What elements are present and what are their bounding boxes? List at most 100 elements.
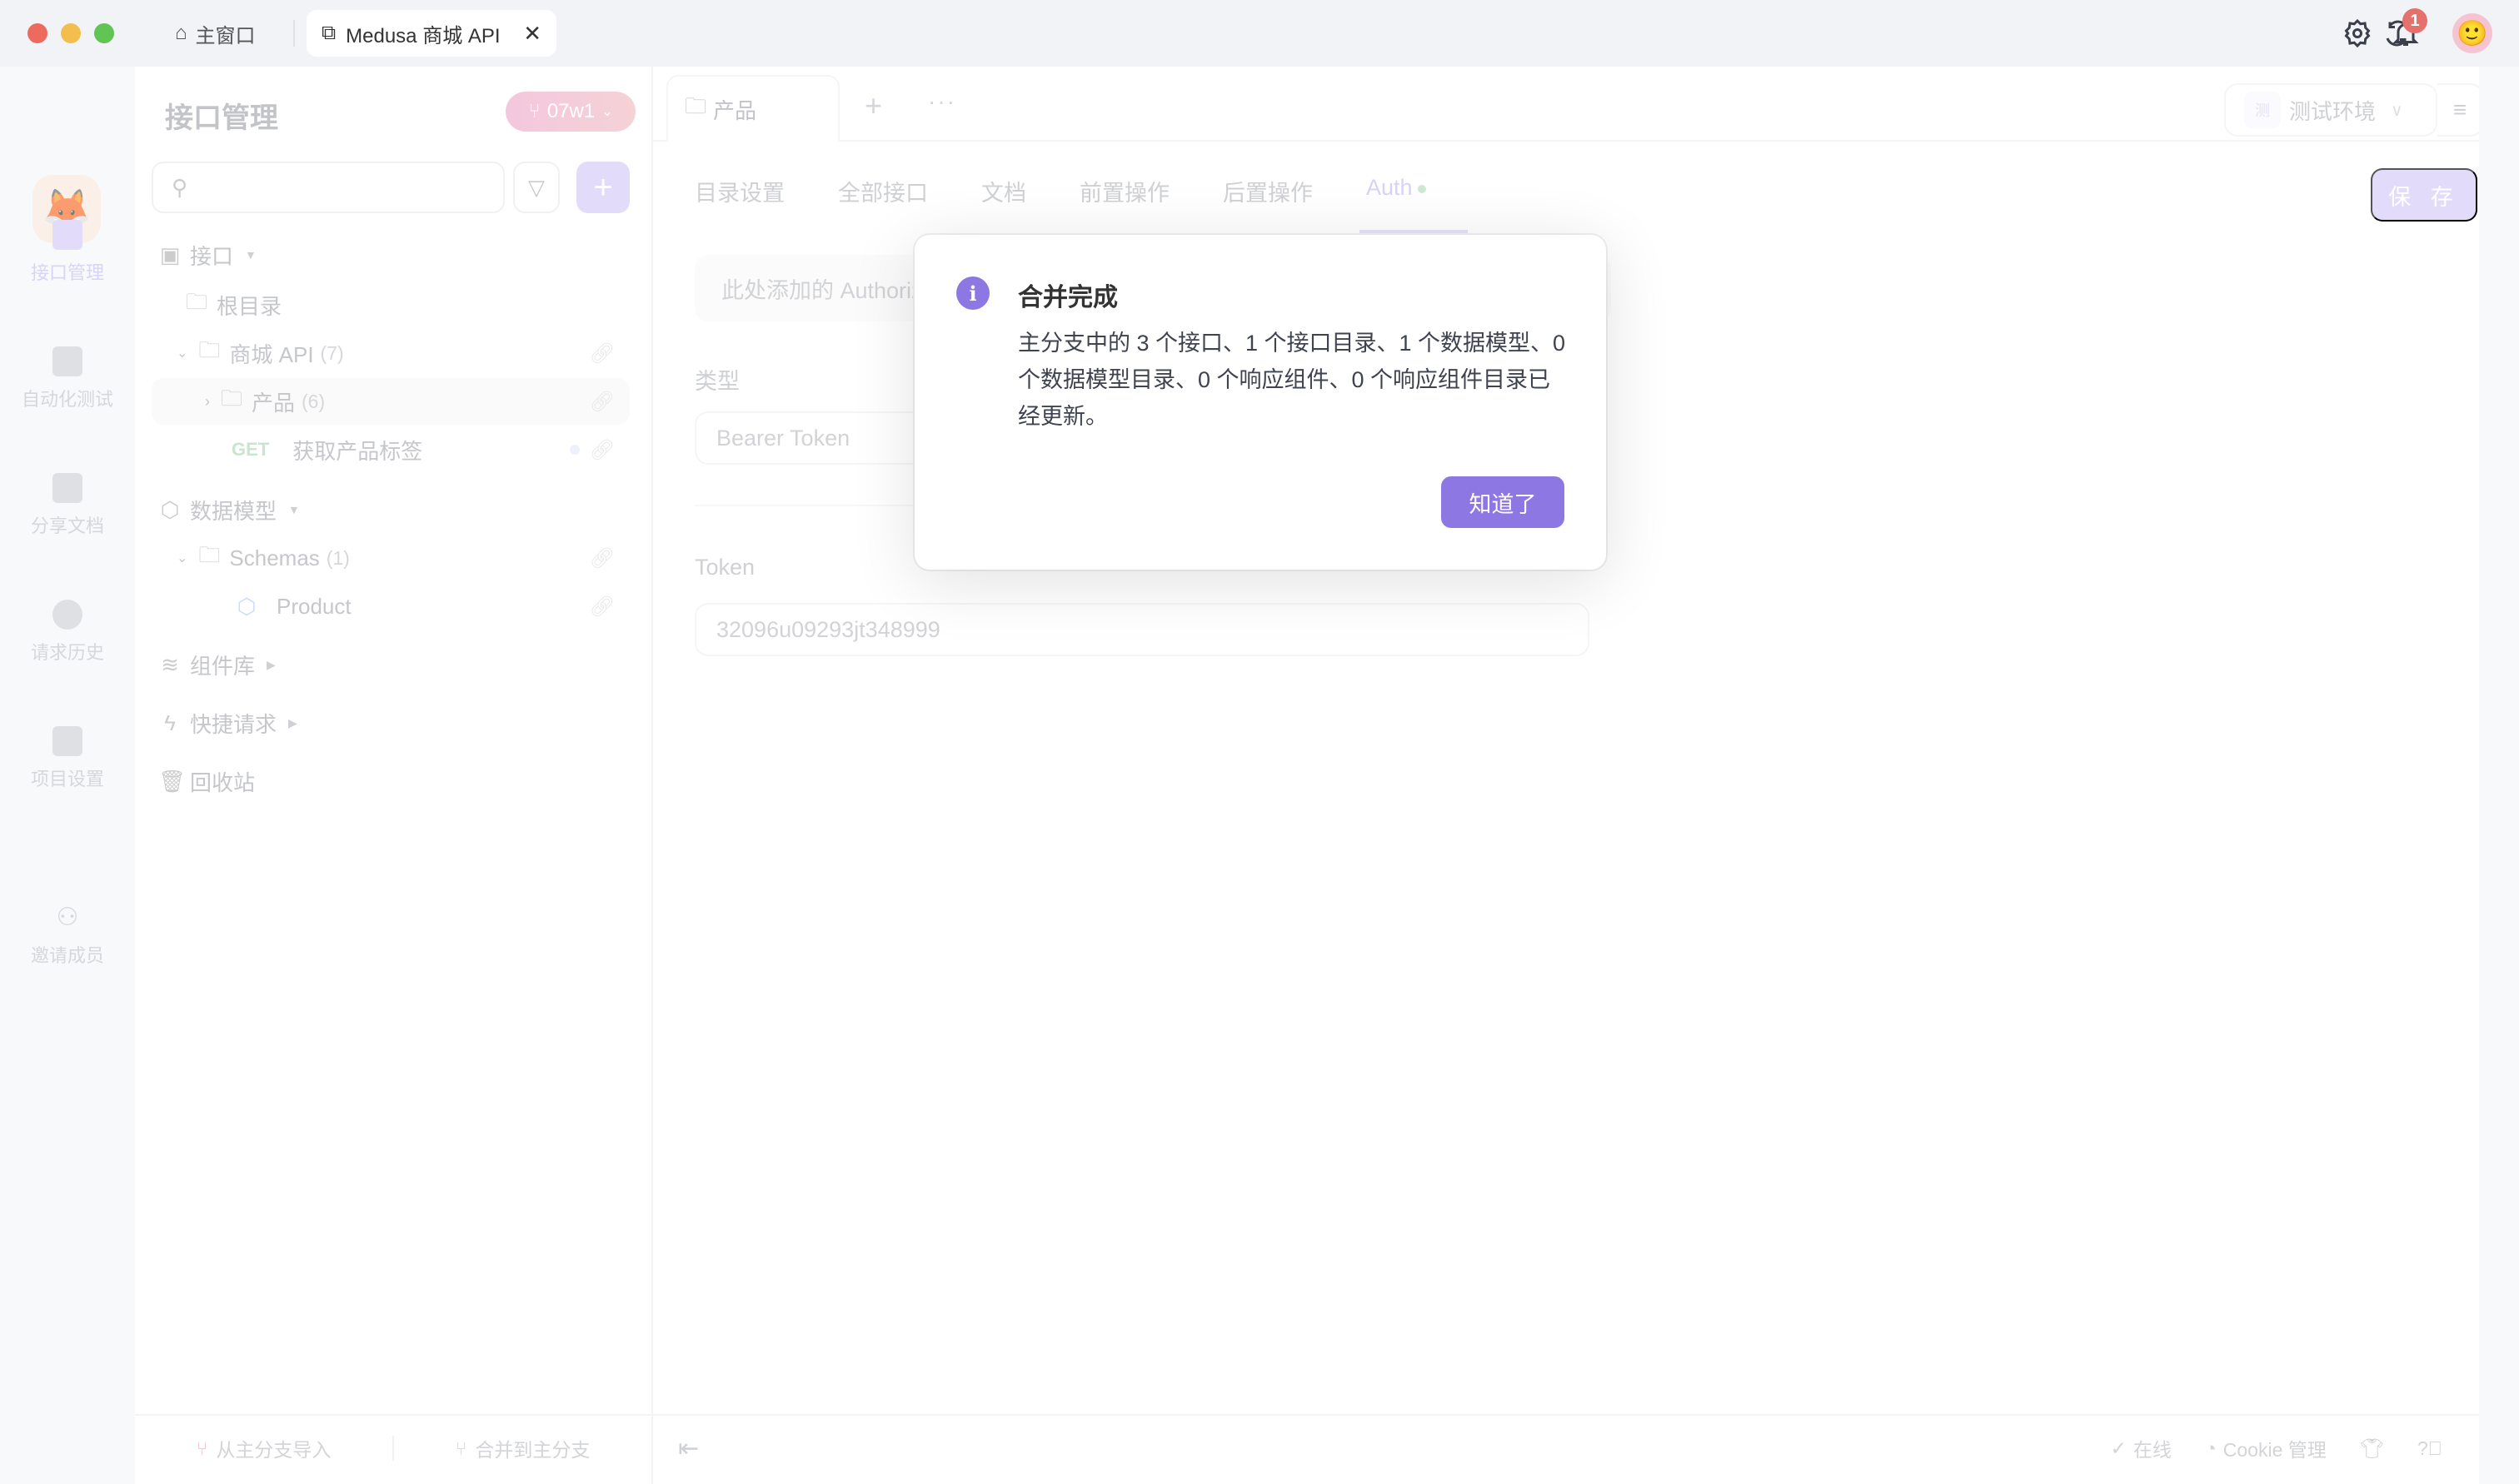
section-label: 数据模型	[190, 498, 277, 524]
api-icon	[52, 220, 82, 250]
caret-right-icon[interactable]: ▶	[267, 658, 276, 672]
environment-selector[interactable]: 测 测试环境 ∨	[2224, 83, 2437, 137]
caret-down-icon[interactable]: ▼	[288, 503, 300, 516]
tree-section-api[interactable]: ▣ 接口 ▼	[152, 232, 630, 278]
merge-to-main-button[interactable]: ⑂ 合并到主分支	[394, 1434, 651, 1462]
online-label: 在线	[2132, 1439, 2172, 1461]
subtab-folder-settings[interactable]: 目录设置	[695, 175, 785, 207]
tree-section-trash[interactable]: 🗑︎ 回收站	[152, 758, 630, 804]
subtab-pre-actions[interactable]: 前置操作	[1080, 175, 1170, 207]
chevron-right-icon[interactable]: ›	[205, 393, 210, 411]
add-button[interactable]: +	[576, 162, 630, 213]
rail-label: 请求历史	[30, 642, 104, 663]
rail-item-automation[interactable]: 自动化测试	[0, 346, 135, 411]
rail-item-project-settings[interactable]: 项目设置	[0, 726, 135, 791]
avatar[interactable]: 🙂	[2452, 13, 2492, 53]
subtab-post-actions[interactable]: 后置操作	[1223, 175, 1313, 207]
rail-item-history[interactable]: 请求历史	[0, 600, 135, 665]
external-link-icon: ⧉	[322, 22, 337, 44]
title-bar: ⌂ 主窗口 ⧉ Medusa 商城 API ✕ 1 🙂	[0, 0, 2519, 67]
close-window-button[interactable]	[27, 23, 47, 43]
rail-item-api[interactable]: 接口管理	[0, 220, 135, 285]
status-bar: ⇤ ✓ 在线 ◔ Cookie 管理 👕︎ ?⃝	[653, 1414, 2479, 1481]
rail-item-invite[interactable]: ⚇ 邀请成员	[0, 903, 135, 968]
branch-import-icon: ⑂	[196, 1437, 208, 1459]
layers-icon: ≋	[161, 651, 179, 677]
subtab-all-apis[interactable]: 全部接口	[838, 175, 928, 207]
merge-complete-dialog: i 合并完成 主分支中的 3 个接口、1 个接口目录、1 个数据模型、0 个数据…	[915, 235, 1606, 570]
online-status[interactable]: ✓ 在线	[2111, 1434, 2172, 1462]
link-icon[interactable]: 🔗︎	[590, 546, 615, 570]
project-settings-icon	[52, 726, 82, 756]
more-tabs-icon[interactable]: ···	[928, 88, 956, 115]
subtab-auth-label: Auth	[1366, 175, 1413, 200]
tab-home[interactable]: ⌂ 主窗口	[175, 15, 256, 52]
nav-rail: 🦊 接口管理 自动化测试 分享文档 请求历史 项目设置 ⚇ 邀请成员	[0, 67, 135, 1484]
folder-icon: 🗀	[185, 289, 207, 314]
tree-item-root[interactable]: 🗀 根目录	[152, 281, 630, 328]
link-icon[interactable]: 🔗︎	[590, 341, 615, 366]
chevron-down-icon[interactable]: ⌄	[177, 550, 187, 566]
history-icon	[52, 600, 82, 630]
button-label: 从主分支导入	[216, 1439, 332, 1461]
minimize-window-button[interactable]	[61, 23, 81, 43]
folder-icon: 🗀	[198, 337, 221, 362]
status-dot	[570, 445, 580, 455]
help-icon[interactable]: ?⃝	[2417, 1437, 2442, 1460]
share-doc-icon	[52, 473, 82, 503]
rail-label: 接口管理	[30, 262, 104, 283]
button-label: 合并到主分支	[475, 1439, 591, 1461]
tree-item-endpoint[interactable]: GET 获取产品标签 🔗︎	[152, 426, 630, 473]
caret-down-icon[interactable]: ▼	[245, 248, 257, 261]
theme-icon[interactable]: 👕︎	[2360, 1437, 2384, 1460]
link-icon[interactable]: 🔗︎	[590, 390, 615, 414]
import-from-main-button[interactable]: ⑂ 从主分支导入	[135, 1434, 392, 1462]
rail-item-share-doc[interactable]: 分享文档	[0, 473, 135, 538]
save-button[interactable]: 保 存	[2371, 168, 2477, 222]
tab-project-label: Medusa 商城 API	[346, 24, 501, 47]
maximize-window-button[interactable]	[94, 23, 114, 43]
active-tab-indicator	[1359, 230, 1468, 233]
new-tab-button[interactable]: +	[865, 88, 882, 123]
rail-label: 项目设置	[30, 769, 104, 789]
env-badge: 测	[2244, 92, 2281, 128]
tree-count: (6)	[302, 390, 326, 412]
invite-user-icon: ⚇	[56, 904, 79, 931]
tree-item-schemas[interactable]: ⌄ 🗀 Schemas (1) 🔗︎	[152, 535, 630, 581]
subtab-auth[interactable]: Auth	[1366, 175, 1426, 207]
branch-icon: ⑂	[528, 100, 541, 122]
type-label: 类型	[695, 369, 740, 394]
dialog-title: 合并完成	[1018, 284, 1118, 311]
close-tab-icon[interactable]: ✕	[523, 21, 541, 47]
tree-item-product[interactable]: › 🗀 产品 (6) 🔗︎	[152, 378, 630, 425]
search-input[interactable]: ⚲	[152, 162, 505, 213]
window-edge	[2479, 67, 2519, 1484]
tree-item-model-product[interactable]: ⬡ Product 🔗︎	[152, 583, 630, 630]
token-label: Token	[695, 555, 756, 580]
token-input[interactable]: 32096u09293jt348999	[695, 603, 1589, 656]
link-icon[interactable]: 🔗︎	[590, 438, 615, 462]
tree-item-shop-api[interactable]: ⌄ 🗀 商城 API (7) 🔗︎	[152, 330, 630, 376]
section-label: 接口	[190, 243, 234, 269]
branch-merge-icon: ⑂	[455, 1437, 467, 1459]
folder-icon: 🗀	[685, 93, 707, 118]
filter-icon: ▽	[528, 174, 545, 200]
acknowledge-button[interactable]: 知道了	[1441, 476, 1564, 528]
tree-section-components[interactable]: ≋ 组件库 ▶	[152, 641, 630, 688]
tab-project[interactable]: ⧉ Medusa 商城 API ✕	[307, 10, 556, 57]
filter-button[interactable]: ▽	[513, 162, 560, 213]
trash-icon: 🗑︎	[158, 768, 187, 794]
collapse-sidebar-icon[interactable]: ⇤	[678, 1434, 699, 1463]
menu-icon[interactable]: ≡	[2437, 83, 2484, 137]
link-icon[interactable]: 🔗︎	[590, 595, 615, 619]
search-icon: ⚲	[172, 174, 188, 200]
settings-icon[interactable]	[2342, 18, 2372, 48]
tab-product[interactable]: 🗀 产品	[666, 75, 840, 142]
tree-section-models[interactable]: ⬡ 数据模型 ▼	[152, 486, 630, 533]
caret-right-icon[interactable]: ▶	[288, 716, 297, 730]
tree-section-quick-request[interactable]: ϟ 快捷请求 ▶	[152, 700, 630, 746]
branch-selector[interactable]: ⑂ 07w1 ⌄	[506, 92, 636, 132]
chevron-down-icon[interactable]: ⌄	[177, 345, 187, 361]
subtab-docs[interactable]: 文档	[981, 175, 1026, 207]
cookie-manager-button[interactable]: ◔ Cookie 管理	[2205, 1434, 2327, 1462]
